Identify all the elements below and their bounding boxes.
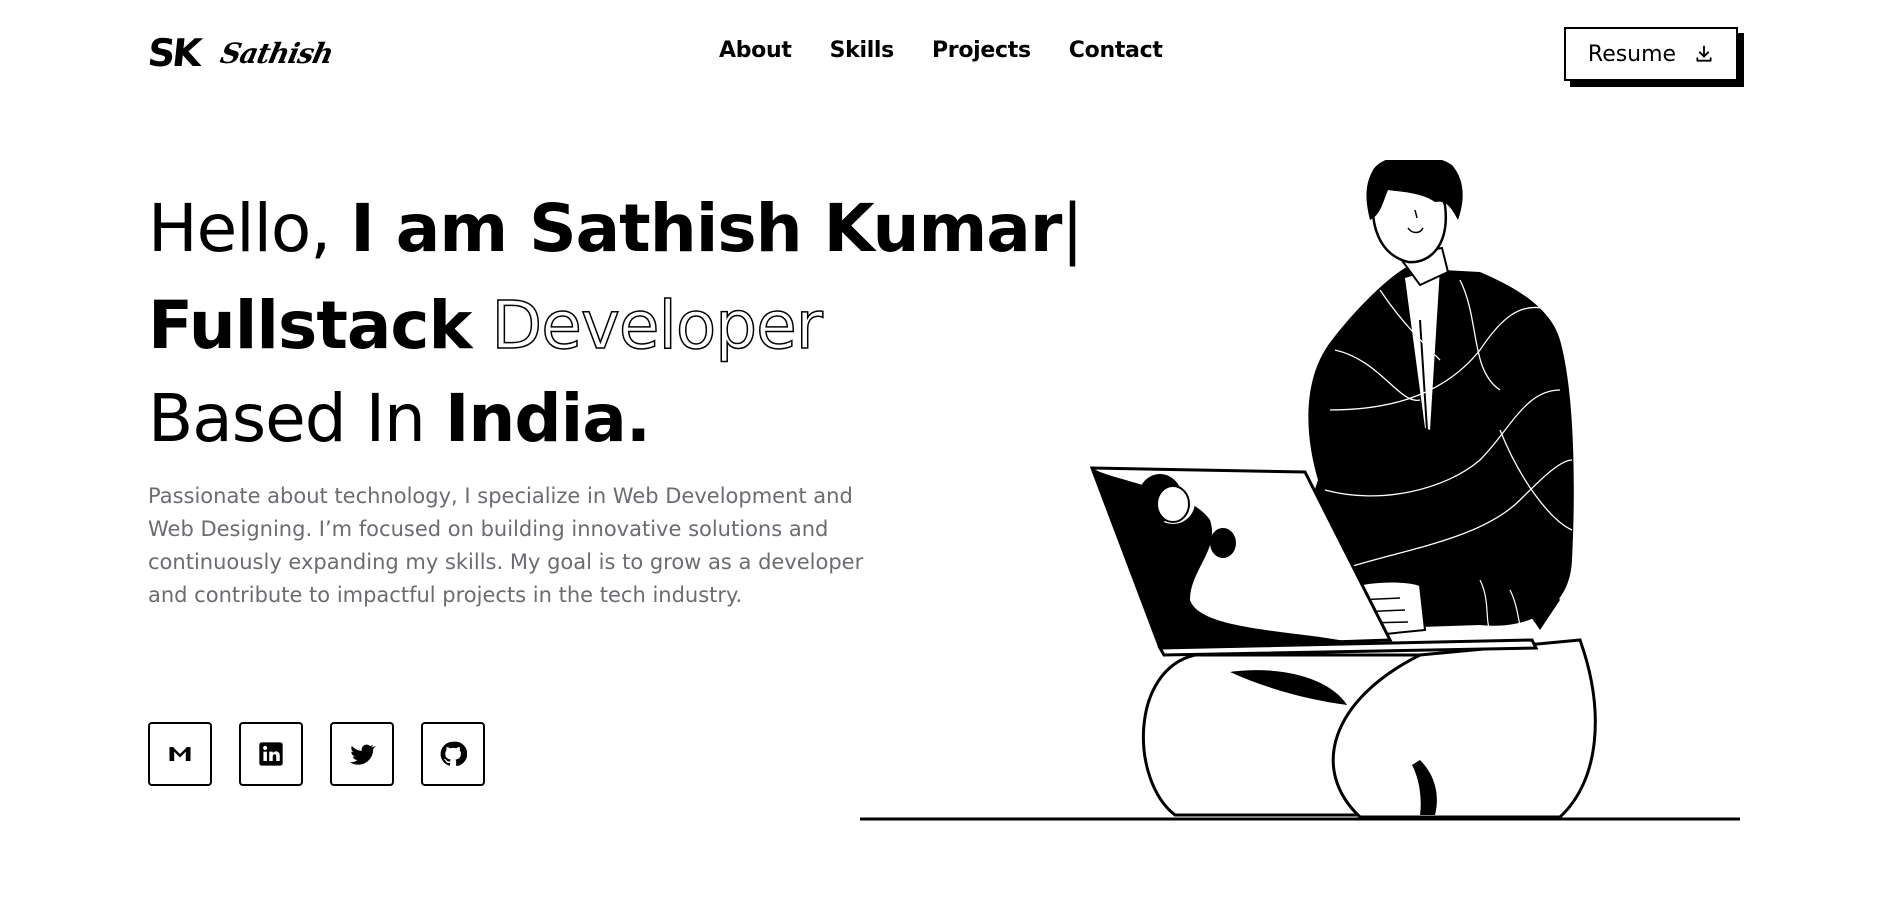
nav-projects[interactable]: Projects	[932, 38, 1031, 63]
nav-about[interactable]: About	[719, 38, 792, 63]
linkedin-link[interactable]	[239, 722, 303, 786]
gmail-link[interactable]	[148, 722, 212, 786]
role-text: Fullstack	[148, 287, 472, 364]
twitter-icon	[349, 744, 376, 765]
hello-text: Hello,	[148, 190, 331, 267]
resume-button[interactable]: Resume	[1564, 27, 1738, 81]
hero-heading-line3: Based In India.	[148, 386, 651, 452]
country-text: India.	[444, 380, 651, 457]
logo[interactable]: SK Sathish	[145, 31, 336, 75]
role-outline-text: Developer	[491, 287, 824, 364]
main-nav: About Skills Projects Contact	[719, 38, 1163, 63]
social-links	[148, 722, 485, 786]
hero-heading-line2: Fullstack Developer	[148, 292, 824, 360]
download-icon	[1696, 45, 1712, 62]
bio-paragraph: Passionate about technology, I specializ…	[148, 484, 864, 607]
twitter-link[interactable]	[330, 722, 394, 786]
resume-label: Resume	[1587, 41, 1677, 67]
based-text: Based In	[148, 380, 426, 457]
github-icon	[440, 741, 467, 767]
gmail-icon	[169, 747, 191, 761]
github-link[interactable]	[421, 722, 485, 786]
linkedin-icon	[259, 742, 283, 766]
logo-name: Sathish	[217, 36, 336, 70]
nav-skills[interactable]: Skills	[830, 38, 895, 63]
developer-illustration	[860, 160, 1740, 821]
nav-contact[interactable]: Contact	[1069, 38, 1163, 63]
page: SK Sathish About Skills Projects Contact…	[0, 0, 1882, 913]
logo-mark: SK	[145, 31, 202, 75]
